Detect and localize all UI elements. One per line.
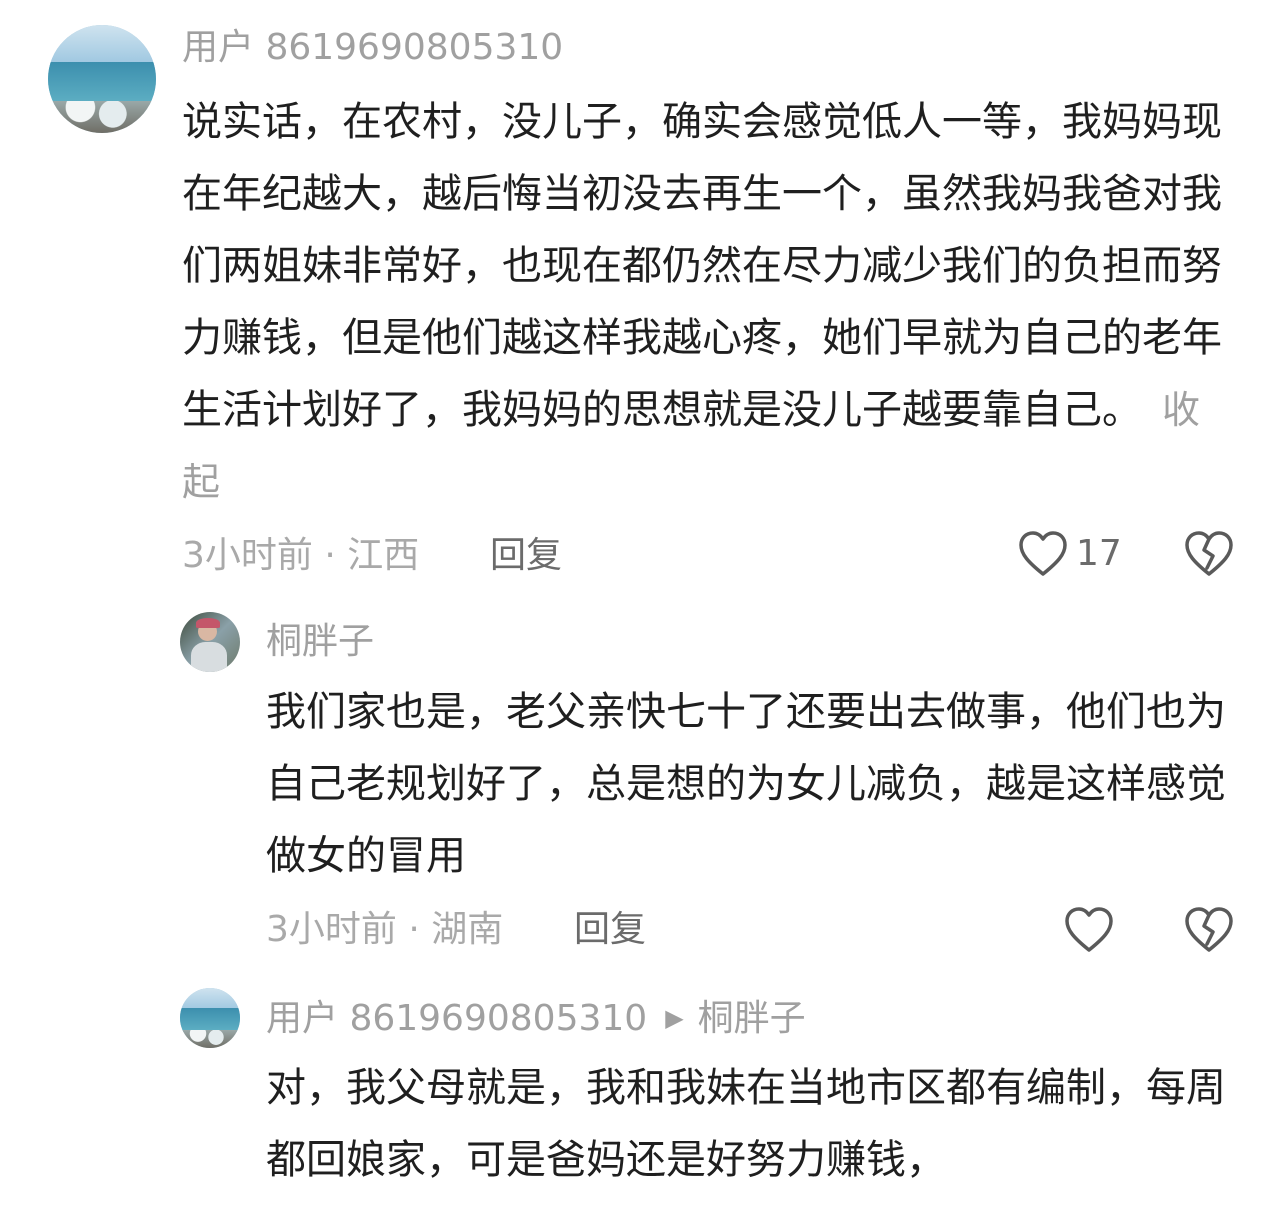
broken-heart-icon [1184, 906, 1234, 954]
heart-outline-icon [1018, 530, 1068, 578]
heart-outline-icon [1064, 906, 1114, 954]
broken-heart-icon [1184, 530, 1234, 578]
comment-body: 我们家也是，老父亲快七十了还要出去做事，他们也为自己老规划好了，总是想的为女儿减… [266, 689, 1226, 879]
like-count: 17 [1076, 533, 1122, 574]
commenter-avatar[interactable] [48, 25, 156, 133]
comment-meta: 3小时前 · 湖南 [266, 909, 504, 950]
dislike-button[interactable] [1184, 906, 1234, 954]
commenter-avatar[interactable] [180, 988, 240, 1048]
dislike-button[interactable] [1184, 530, 1234, 578]
like-button[interactable]: 17 [1018, 530, 1122, 578]
like-button[interactable] [1064, 906, 1114, 954]
comment-username[interactable]: 用户 8619690805310 [266, 998, 647, 1039]
reply-button[interactable]: 回复 [574, 906, 646, 954]
commenter-avatar[interactable] [180, 612, 240, 672]
reply-button[interactable]: 回复 [490, 532, 562, 580]
reply-to-username[interactable]: 桐胖子 [698, 998, 806, 1039]
comment-body: 说实话，在农村，没儿子，确实会感觉低人一等，我妈妈现在年纪越大，越后悔当初没去再… [182, 99, 1222, 433]
comment-text: 对，我父母就是，我和我妹在当地市区都有编制，每周都回娘家，可是爸妈还是好努力赚钱… [266, 1052, 1226, 1196]
comment-body: 对，我父母就是，我和我妹在当地市区都有编制，每周都回娘家，可是爸妈还是好努力赚钱… [266, 1065, 1226, 1183]
comment-text: 说实话，在农村，没儿子，确实会感觉低人一等，我妈妈现在年纪越大，越后悔当初没去再… [182, 86, 1232, 518]
comment-meta: 3小时前 · 江西 [182, 535, 420, 576]
comment-text: 我们家也是，老父亲快七十了还要出去做事，他们也为自己老规划好了，总是想的为女儿减… [266, 676, 1226, 892]
comment-username[interactable]: 桐胖子 [266, 618, 374, 666]
comment-username[interactable]: 用户 8619690805310 [182, 24, 563, 72]
right-triangle-icon: ▶ [665, 1004, 684, 1032]
comment-username-line: 用户 8619690805310 ▶ 桐胖子 [266, 994, 806, 1043]
